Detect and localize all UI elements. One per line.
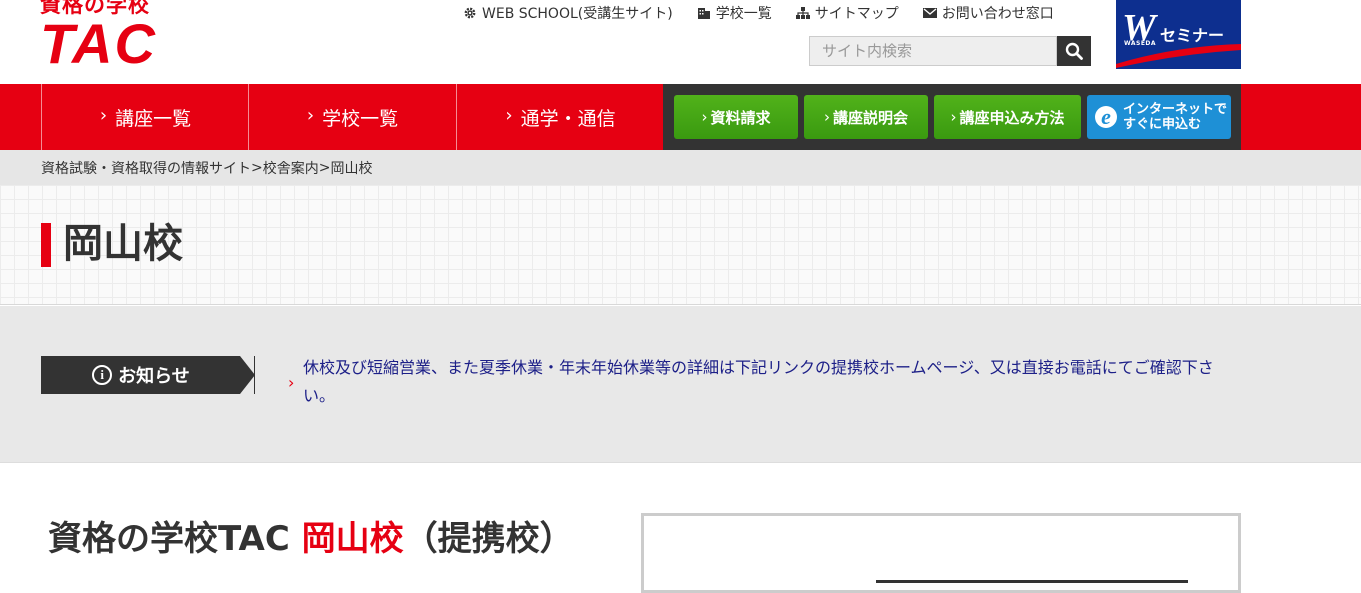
breadcrumb-current: 岡山校 <box>330 160 373 177</box>
apply-online-line2: すぐに申込む <box>1123 117 1202 132</box>
notice-link[interactable]: 休校及び短縮営業、また夏季休業・年末年始休業等の詳細は下記リンクの提携校ホームペ… <box>303 354 1233 410</box>
breadcrumb-campus-guide[interactable]: 校舎案内 <box>263 158 319 178</box>
search-icon <box>1065 42 1083 60</box>
chevron-right-icon: › <box>701 108 708 126</box>
page-title: 岡山校 <box>63 221 183 267</box>
nav-item-attendance[interactable]: › 通学・通信 <box>456 84 664 150</box>
notice-section: i お知らせ › 休校及び短縮営業、また夏季休業・年末年始休業等の詳細は下記リン… <box>0 306 1361 463</box>
apply-online-text: インターネットで すぐに申込む <box>1123 102 1227 132</box>
breadcrumb-home[interactable]: 資格試験・資格取得の情報サイト <box>41 158 251 178</box>
util-link-label: 学校一覧 <box>715 6 772 22</box>
nav-item-label: 学校一覧 <box>322 107 399 130</box>
logo-title: TAC <box>40 12 157 75</box>
notice-label-text: お知らせ <box>118 366 190 387</box>
button-label: 講座説明会 <box>832 108 908 127</box>
util-link-label: WEB SCHOOL(受講生サイト) <box>482 6 673 22</box>
school-heading: 資格の学校TAC 岡山校（提携校） <box>48 514 574 564</box>
gear-icon <box>464 7 476 19</box>
sitemap-icon <box>795 7 810 19</box>
info-icon: i <box>92 365 113 385</box>
util-link-label: サイトマップ <box>814 6 899 22</box>
chevron-right-icon: › <box>950 108 957 126</box>
swoosh-icon <box>1116 44 1241 68</box>
course-briefing-button[interactable]: › 講座説明会 <box>804 95 928 139</box>
chevron-right-icon: › <box>306 104 315 126</box>
util-link-web-school[interactable]: WEB SCHOOL(受講生サイト) <box>463 3 673 23</box>
heading-school-name: 岡山校 <box>301 519 404 559</box>
apply-online-button[interactable]: e インターネットで すぐに申込む <box>1087 95 1231 139</box>
breadcrumb-separator: > <box>251 159 263 176</box>
notice-divider <box>254 356 255 394</box>
chevron-right-icon: › <box>99 104 108 126</box>
chevron-right-icon: › <box>823 108 830 126</box>
heading-prefix: 資格の学校TAC <box>48 519 302 559</box>
application-method-button[interactable]: › 講座申込み方法 <box>934 95 1081 139</box>
nav-item-courses[interactable]: › 講座一覧 <box>41 84 249 150</box>
chevron-right-icon: › <box>505 104 513 126</box>
search-input[interactable] <box>809 36 1057 66</box>
nav-item-label: 通学・通信 <box>520 107 616 130</box>
building-icon <box>697 8 710 19</box>
waseda-seminar-banner[interactable]: W セミナー WASEDA <box>1116 0 1241 69</box>
tac-logo[interactable]: 資格の学校 TAC <box>40 0 190 76</box>
mail-icon <box>922 8 937 18</box>
internet-e-icon: e <box>1095 106 1117 128</box>
button-label: 講座申込み方法 <box>959 108 1065 127</box>
utility-links: WEB SCHOOL(受講生サイト) 学校一覧 サイトマップ お問い合わせ窓口 <box>463 3 1054 23</box>
breadcrumb-separator: > <box>318 159 331 176</box>
chevron-right-icon: › <box>288 373 295 392</box>
nav-item-schools[interactable]: › 学校一覧 <box>248 84 456 150</box>
site-header: 資格の学校 TAC WEB SCHOOL(受講生サイト) 学校一覧 サイトマップ… <box>0 0 1361 84</box>
apply-online-line1: インターネットで <box>1123 102 1228 117</box>
util-link-label: お問い合わせ窓口 <box>941 6 1054 22</box>
heading-suffix: （提携校） <box>403 519 574 559</box>
search-button[interactable] <box>1057 36 1091 66</box>
util-link-sitemap[interactable]: サイトマップ <box>795 3 899 23</box>
site-search <box>809 36 1091 66</box>
title-accent-bar <box>41 223 51 267</box>
title-band: 岡山校 <box>0 185 1361 305</box>
request-materials-button[interactable]: › 資料請求 <box>674 95 798 139</box>
util-link-schools[interactable]: 学校一覧 <box>697 3 772 23</box>
button-label: 資料請求 <box>710 108 771 127</box>
breadcrumb: 資格試験・資格取得の情報サイト > 校舎案内 > 岡山校 <box>0 150 1361 185</box>
notice-label: i お知らせ <box>41 356 255 394</box>
nav-item-label: 講座一覧 <box>115 107 192 130</box>
util-link-contact[interactable]: お問い合わせ窓口 <box>922 3 1054 23</box>
